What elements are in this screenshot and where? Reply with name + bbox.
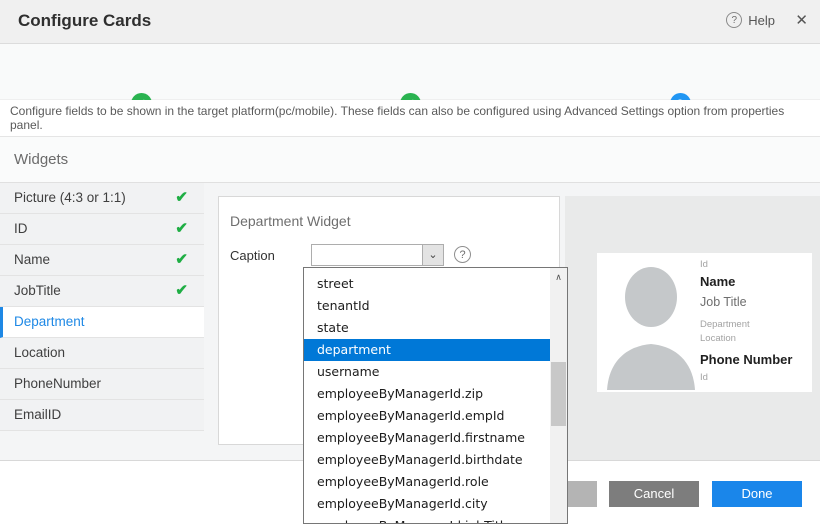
panel-title: Department Widget [230,213,351,229]
wizard-stepper: ✔ Data ✔ Template 3 Bind Fields [0,44,820,100]
widget-item-label: Location [14,345,65,360]
card-field-phonenumber: Phone Number [700,352,792,367]
dropdown-option[interactable]: tenantId [304,295,550,317]
close-icon[interactable]: ✕ [795,11,808,29]
description-text: Configure fields to be shown in the targ… [10,104,820,132]
widget-item-jobtitle[interactable]: JobTitle ✔ [0,276,204,307]
dropdown-option[interactable]: employeeByManagerId.empId [304,405,550,427]
dropdown-scrollbar[interactable]: ∧ [550,268,567,523]
done-button[interactable]: Done [712,481,802,507]
widget-item-label: ID [14,221,28,236]
widgets-list: Picture (4:3 or 1:1) ✔ ID ✔ Name ✔ JobTi… [0,183,204,431]
check-icon: ✔ [175,276,188,306]
caption-select[interactable]: ⌄ [311,244,444,266]
configure-cards-dialog: Configure Cards ? Help ✕ ✔ Data ✔ Templa… [0,0,820,524]
card-preview-area: Id Name Job Title Department Location Ph… [565,196,820,460]
scrollbar-thumb[interactable] [551,362,566,426]
widget-item-id[interactable]: ID ✔ [0,214,204,245]
widget-item-department[interactable]: Department [0,307,204,338]
caption-help-icon[interactable]: ? [454,246,471,263]
dropdown-option[interactable]: street [304,273,550,295]
card-field-name: Name [700,274,735,289]
chevron-down-icon[interactable]: ⌄ [422,245,443,265]
dropdown-option[interactable]: username [304,361,550,383]
widget-item-label: EmailID [14,407,61,422]
dropdown-option[interactable]: employeeByManagerId.zip [304,383,550,405]
scroll-up-icon[interactable]: ∧ [550,268,567,287]
card-field-jobtitle: Job Title [700,295,747,309]
caption-label: Caption [230,248,275,263]
dropdown-option[interactable]: employeeByManagerId.birthdate [304,449,550,471]
widget-item-label: PhoneNumber [14,376,101,391]
person-silhouette-icon [599,255,699,390]
card-field-location: Location [700,333,736,344]
description-bar: Configure fields to be shown in the targ… [0,100,820,137]
cancel-button[interactable]: Cancel [609,481,699,507]
dropdown-option[interactable]: employeeByManagerId.role [304,471,550,493]
card-field-id-top: Id [700,259,708,270]
dropdown-option[interactable]: state [304,317,550,339]
dropdown-option-clipped[interactable]: employeeByManagerId.jobTitle [304,515,550,523]
widget-item-label: Picture (4:3 or 1:1) [14,190,126,205]
dropdown-options: street tenantId state department usernam… [304,268,550,523]
help-label: Help [748,13,775,28]
help-icon: ? [726,12,742,28]
widget-item-emailid[interactable]: EmailID [0,400,204,431]
widgets-section-header: Widgets [0,137,820,183]
dropdown-option-selected[interactable]: department [304,339,550,361]
help-button[interactable]: ? Help [726,12,775,28]
widget-item-name[interactable]: Name ✔ [0,245,204,276]
preview-card: Id Name Job Title Department Location Ph… [597,253,812,392]
dropdown-option[interactable]: employeeByManagerId.firstname [304,427,550,449]
widget-item-phonenumber[interactable]: PhoneNumber [0,369,204,400]
caption-dropdown-list: street tenantId state department usernam… [303,267,568,524]
widget-item-label: Department [14,314,85,329]
check-icon: ✔ [175,214,188,244]
check-icon: ✔ [175,183,188,213]
card-field-id-bottom: Id [700,372,708,383]
widget-item-label: Name [14,252,50,267]
dropdown-option[interactable]: employeeByManagerId.city [304,493,550,515]
widget-item-picture[interactable]: Picture (4:3 or 1:1) ✔ [0,183,204,214]
widgets-title: Widgets [14,151,68,168]
dialog-title: Configure Cards [18,11,151,31]
check-icon: ✔ [175,245,188,275]
widget-item-location[interactable]: Location [0,338,204,369]
dialog-header: Configure Cards ? Help ✕ [0,0,820,44]
widget-item-label: JobTitle [14,283,61,298]
card-field-department: Department [700,319,750,330]
